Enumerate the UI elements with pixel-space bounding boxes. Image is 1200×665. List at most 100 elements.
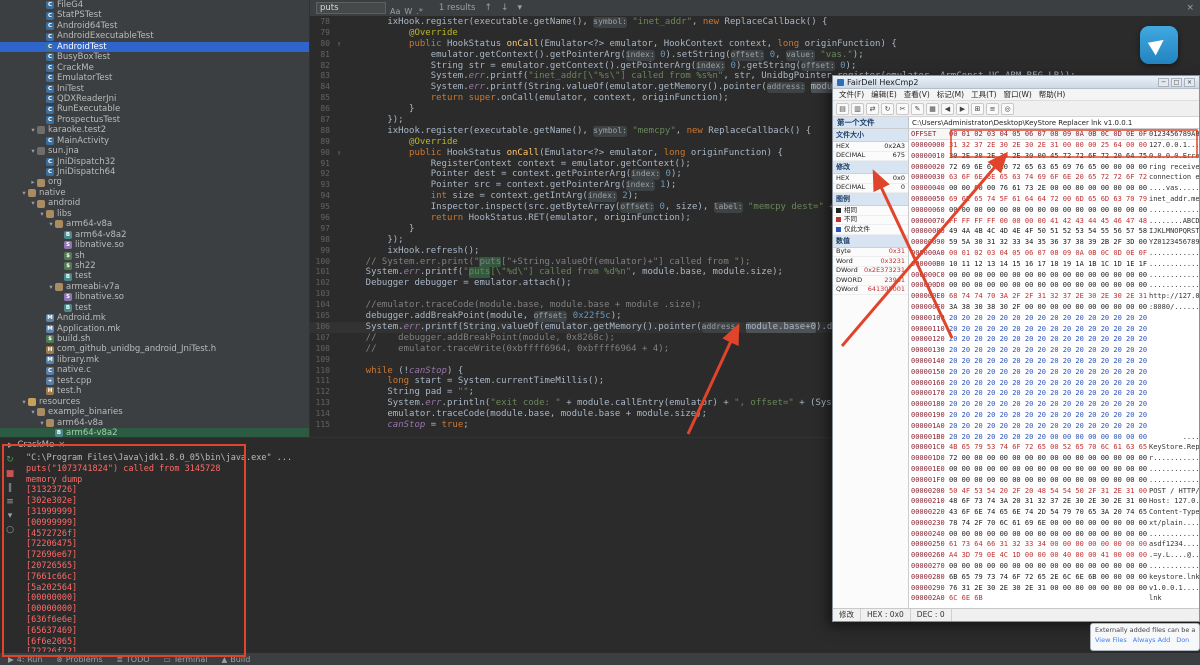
tree-item[interactable]: Mlibrary.mk xyxy=(0,355,309,365)
tree-item[interactable]: C QDXReaderJni xyxy=(0,94,309,104)
chevron-icon[interactable]: ▸ xyxy=(29,177,37,187)
hex-row[interactable]: 00000160 20 20 20 20 20 20 20 20 20 20 20… xyxy=(909,378,1199,389)
tree-item[interactable]: C BusyBoxTest xyxy=(0,52,309,62)
code-line[interactable]: 79 @Override xyxy=(310,28,1200,39)
tree-item[interactable]: M Application.mk xyxy=(0,324,309,334)
filter-icon[interactable]: ▾ xyxy=(518,3,523,13)
hex-menu-item[interactable]: 文件(F) xyxy=(836,89,867,100)
hex-tool-button[interactable]: ▥ xyxy=(851,102,864,115)
tree-item[interactable]: Slibnative.so xyxy=(0,292,309,302)
hex-row[interactable]: 00000060 00 00 00 00 00 00 00 00 00 00 00… xyxy=(909,205,1199,216)
hex-menu-item[interactable]: 标记(M) xyxy=(934,89,967,100)
hex-row[interactable]: 00000260 A4 3D 79 0E 4C 1D 00 00 00 40 00… xyxy=(909,550,1199,561)
hex-row[interactable]: 000001F0 00 00 00 00 00 00 00 00 00 00 00… xyxy=(909,475,1199,486)
console-close-icon[interactable]: × xyxy=(58,440,65,450)
stop-icon[interactable]: ■ xyxy=(6,470,15,479)
status-bar-item[interactable]: ▶ 4: Run xyxy=(8,655,42,664)
hex-row[interactable]: 000000A0 00 01 02 03 04 05 06 07 08 09 0A… xyxy=(909,248,1199,259)
hex-row[interactable]: 00000180 20 20 20 20 20 20 20 20 20 20 20… xyxy=(909,399,1199,410)
hex-row[interactable]: 000000C0 00 00 00 00 00 00 00 00 00 00 00… xyxy=(909,270,1199,281)
tree-item[interactable]: Hcom_github_unidbg_android_JniTest.h xyxy=(0,344,309,354)
hex-tool-button[interactable]: ⊞ xyxy=(971,102,984,115)
tree-item[interactable]: C AndroidExecutableTest xyxy=(0,31,309,41)
tree-item[interactable]: Btest xyxy=(0,303,309,313)
hex-tool-button[interactable]: ◀ xyxy=(941,102,954,115)
hex-row[interactable]: 00000140 20 20 20 20 20 20 20 20 20 20 20… xyxy=(909,356,1199,367)
hex-tool-button[interactable]: ✂ xyxy=(896,102,909,115)
tree-item[interactable]: C IniTest xyxy=(0,84,309,94)
hex-row[interactable]: 00000040 00 00 00 00 76 61 73 2E 00 00 00… xyxy=(909,183,1199,194)
hex-row[interactable]: 00000190 20 20 20 20 20 20 20 20 20 20 20… xyxy=(909,410,1199,421)
hex-row[interactable]: 00000210 48 6F 73 74 3A 20 31 32 37 2E 30… xyxy=(909,496,1199,507)
code-line[interactable]: 81 emulator.getContext().getPointerArg(i… xyxy=(310,49,1200,61)
tree-item[interactable]: $ sh22 xyxy=(0,261,309,271)
hex-row[interactable]: 000001D0 72 00 00 00 00 00 00 00 00 00 00… xyxy=(909,453,1199,464)
soft-wrap-icon[interactable]: ≡ xyxy=(6,498,14,507)
tree-item[interactable]: $ build.sh xyxy=(0,334,309,344)
hex-row[interactable]: 00000200 50 4F 53 54 20 2F 20 48 54 54 50… xyxy=(909,486,1199,497)
tree-item[interactable]: Barm64-v8a2 xyxy=(0,230,309,240)
hex-tool-button[interactable]: ▤ xyxy=(836,102,849,115)
hex-row[interactable]: 000001E0 00 00 00 00 00 00 00 00 00 00 00… xyxy=(909,464,1199,475)
hex-tool-button[interactable]: ↻ xyxy=(881,102,894,115)
code-line[interactable]: 78 ixHook.register(executable.getName(),… xyxy=(310,17,1200,28)
tree-item[interactable]: C JniDispatch64 xyxy=(0,167,309,177)
hex-row[interactable]: 000000E0 68 74 74 70 3A 2F 2F 31 32 37 2E… xyxy=(909,291,1199,302)
hex-tool-button[interactable]: ≡ xyxy=(986,102,999,115)
clear-icon[interactable]: ○ xyxy=(6,526,14,535)
hex-row[interactable]: 00000150 20 20 20 20 20 20 20 20 20 20 20… xyxy=(909,367,1199,378)
chevron-icon[interactable]: ▾ xyxy=(20,188,28,198)
hex-row[interactable]: 000000F0 3A 38 30 38 30 2F 00 00 00 00 00… xyxy=(909,302,1199,313)
tree-item[interactable]: C MainActivity xyxy=(0,136,309,146)
hex-row[interactable]: 00000000 31 32 37 2E 30 2E 30 2E 31 00 00… xyxy=(909,140,1199,151)
console-title[interactable]: CrackMe xyxy=(17,440,54,450)
hex-row[interactable]: 00000010 30 2E 30 2E 30 2E 30 00 45 72 72… xyxy=(909,151,1199,162)
chevron-icon[interactable]: ▾ xyxy=(47,282,55,292)
code-line[interactable]: 82 String str = emulator.getContext().ge… xyxy=(310,60,1200,72)
hex-row[interactable]: 000000B0 10 11 12 13 14 15 16 17 18 19 1A… xyxy=(909,259,1199,270)
tree-item[interactable]: $ sh xyxy=(0,251,309,261)
tree-item[interactable]: C ProspectusTest xyxy=(0,115,309,125)
tree-item[interactable]: Cnative.c xyxy=(0,365,309,375)
hex-row[interactable]: 000002A0 6C 6E 6B lnk xyxy=(909,593,1199,604)
hex-row[interactable]: 000001C0 4B 65 79 53 74 6F 72 65 00 52 65… xyxy=(909,442,1199,453)
chevron-icon[interactable]: ▾ xyxy=(20,397,28,407)
hex-menu-item[interactable]: 工具(T) xyxy=(968,89,999,100)
hex-row[interactable]: 00000080 49 4A 4B 4C 4D 4E 4F 50 51 52 53… xyxy=(909,226,1199,237)
tree-item[interactable]: ▾ sun.jna xyxy=(0,146,309,156)
rerun-icon[interactable]: ↻ xyxy=(6,456,14,465)
tree-item[interactable]: Htest.h xyxy=(0,386,309,396)
tree-item[interactable]: ▾ arm64-v8a xyxy=(0,219,309,229)
hex-row[interactable]: 00000100 20 20 20 20 20 20 20 20 20 20 20… xyxy=(909,313,1199,324)
hex-tool-button[interactable]: ▶ xyxy=(956,102,969,115)
tree-item[interactable]: ▾ resources xyxy=(0,397,309,407)
tree-item[interactable]: ▾ libs xyxy=(0,209,309,219)
close-search-icon[interactable]: × xyxy=(1186,3,1194,13)
hex-row[interactable]: 00000280 6B 65 79 73 74 6F 72 65 2E 6C 6E… xyxy=(909,572,1199,583)
hex-file-tab[interactable]: 第一个文件 xyxy=(833,117,909,128)
hex-tool-button[interactable]: ✎ xyxy=(911,102,924,115)
hex-row[interactable]: 000000D0 00 00 00 00 00 00 00 00 00 00 00… xyxy=(909,280,1199,291)
hex-row[interactable]: 00000270 00 00 00 00 00 00 00 00 00 00 00… xyxy=(909,561,1199,572)
hex-menu-item[interactable]: 窗口(W) xyxy=(1001,89,1035,100)
tree-item[interactable]: C RunExecutable xyxy=(0,104,309,114)
status-bar-item[interactable]: ▲ Build xyxy=(221,655,250,664)
hex-row[interactable]: 00000220 43 6F 6E 74 65 6E 74 2D 54 79 70… xyxy=(909,507,1199,518)
tree-item[interactable]: + test.cpp xyxy=(0,376,309,386)
tree-item[interactable]: M Android.mk xyxy=(0,313,309,323)
status-bar-item[interactable]: ▭ Terminal xyxy=(164,655,208,664)
notification-action-link[interactable]: View Files xyxy=(1095,636,1127,644)
hex-row[interactable]: 000001A0 20 20 20 20 20 20 20 20 20 20 20… xyxy=(909,421,1199,432)
match-option[interactable]: .* xyxy=(416,7,423,16)
chevron-icon[interactable]: ▾ xyxy=(29,198,37,208)
tree-item[interactable]: ▾ armeabi-v7a xyxy=(0,282,309,292)
hex-row[interactable]: 00000290 76 31 2E 30 2E 30 2E 31 00 00 00… xyxy=(909,583,1199,594)
hex-row[interactable]: 00000120 20 20 20 20 20 20 20 20 20 20 20… xyxy=(909,334,1199,345)
pause-icon[interactable]: ‖ xyxy=(8,484,13,493)
tree-item[interactable]: C AndroidTest xyxy=(0,41,309,53)
tree-item[interactable]: ▾ native xyxy=(0,188,309,198)
telegram-icon[interactable] xyxy=(1140,26,1178,64)
chevron-icon[interactable]: ▾ xyxy=(38,209,46,219)
hex-row[interactable]: 00000250 61 73 64 66 31 32 33 34 00 00 00… xyxy=(909,539,1199,550)
tree-item[interactable]: C FileG4 xyxy=(0,0,309,10)
